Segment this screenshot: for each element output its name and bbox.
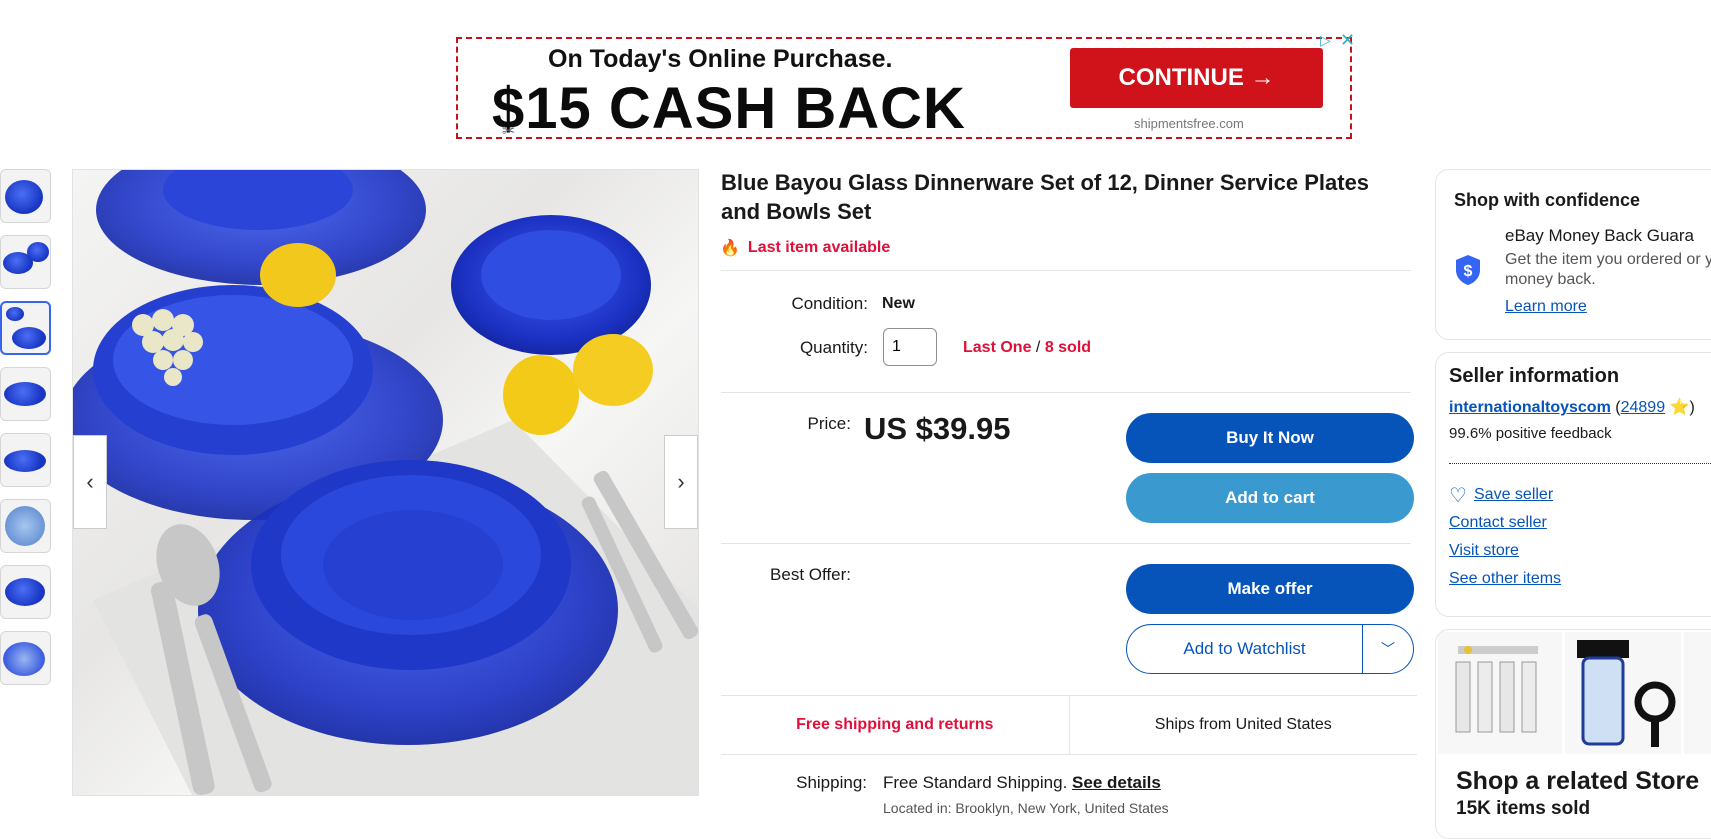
watchlist-button-group: Add to Watchlist ﹀ xyxy=(1126,624,1414,674)
ad-continue-button[interactable]: CONTINUE → xyxy=(1070,48,1323,108)
product-thumbnail xyxy=(1438,632,1563,754)
watchlist-dropdown-button[interactable]: ﹀ xyxy=(1363,625,1413,673)
price-value: US $39.95 xyxy=(864,411,1011,446)
thumbnail-3[interactable] xyxy=(0,301,51,355)
stock-info: Last One / 8 sold xyxy=(963,339,1091,357)
see-other-items-link[interactable]: See other items xyxy=(1449,570,1561,588)
confidence-title: Shop with confidence xyxy=(1454,190,1641,210)
image-next-button[interactable]: › xyxy=(664,435,698,529)
quantity-input[interactable] xyxy=(883,328,937,366)
buy-it-now-button[interactable]: Buy It Now xyxy=(1126,413,1414,463)
related-store-card[interactable]: Shop a related Store 15K items sold xyxy=(1435,629,1711,839)
save-seller-link[interactable]: Save seller xyxy=(1474,486,1553,504)
thumbnail-6[interactable] xyxy=(0,499,51,553)
item-location: Located in: Brooklyn, New York, United S… xyxy=(883,800,1169,816)
feedback-star: ⭐) xyxy=(1665,399,1695,416)
sold-count: 8 sold xyxy=(1044,339,1092,356)
thumbnail-1[interactable] xyxy=(0,169,51,223)
seller-name-link[interactable]: internationaltoyscom xyxy=(1449,399,1611,416)
chevron-right-icon: › xyxy=(677,469,685,494)
stock-separator: / xyxy=(1031,339,1045,356)
chevron-down-icon: ﹀ xyxy=(1381,641,1395,657)
ad-banner[interactable]: On Today's Online Purchase. $15 CASH BAC… xyxy=(456,37,1352,141)
adchoices-icon[interactable]: ▷ xyxy=(1320,32,1331,49)
positive-feedback: 99.6% positive feedback xyxy=(1449,425,1612,442)
best-offer-label: Best Offer: xyxy=(770,565,851,584)
seller-info-title: Seller information xyxy=(1449,365,1620,387)
condition-label: Condition: xyxy=(791,294,868,313)
stock-status: Last One xyxy=(963,339,1032,356)
flame-icon: 🔥 xyxy=(720,240,740,257)
product-thumbnail xyxy=(1565,632,1682,754)
ad-headline: On Today's Online Purchase. xyxy=(548,45,893,73)
heart-icon[interactable]: ♡ xyxy=(1449,483,1467,508)
shield-dollar-icon: $ xyxy=(1456,255,1480,285)
thumbnail-2[interactable] xyxy=(0,235,51,289)
main-product-image[interactable] xyxy=(72,169,699,796)
image-prev-button[interactable]: ‹ xyxy=(73,435,107,529)
price-label: Price: xyxy=(807,414,851,433)
availability-text: Last item available xyxy=(747,239,891,256)
divider xyxy=(721,392,1411,393)
add-to-cart-button[interactable]: Add to cart xyxy=(1126,473,1414,523)
related-store-title: Shop a related Store xyxy=(1456,767,1700,795)
thumbnail-7[interactable] xyxy=(0,565,51,619)
see-details-link[interactable]: See details xyxy=(1072,773,1161,792)
free-shipping-text: Free shipping and returns xyxy=(721,696,1070,754)
contact-seller-link[interactable]: Contact seller xyxy=(1449,514,1547,532)
related-store-items-sold: 15K items sold xyxy=(1456,798,1591,819)
dinnerware-illustration xyxy=(73,170,698,795)
make-offer-button[interactable]: Make offer xyxy=(1126,564,1414,614)
availability-alert: 🔥 Last item available xyxy=(720,238,890,258)
chevron-left-icon: ‹ xyxy=(86,469,94,494)
learn-more-link[interactable]: Learn more xyxy=(1505,298,1587,316)
svg-text:$: $ xyxy=(1464,263,1473,280)
visit-store-link[interactable]: Visit store xyxy=(1449,542,1519,560)
ad-domain: shipmentsfree.com xyxy=(1134,116,1244,131)
ad-scissors-icon: ✂ xyxy=(502,123,516,140)
divider xyxy=(721,543,1411,544)
thumbnail-4[interactable] xyxy=(0,367,51,421)
divider xyxy=(1449,463,1711,464)
ad-offer: $15 CASH BACK xyxy=(492,76,966,141)
related-store-images xyxy=(1436,630,1711,755)
condition-value: New xyxy=(882,295,915,312)
guarantee-description: Get the item you ordered or your money b… xyxy=(1505,251,1711,288)
guarantee-title: eBay Money Back Guara xyxy=(1505,226,1694,245)
shipping-label: Shipping: xyxy=(796,773,867,792)
feedback-score-link[interactable]: 24899 xyxy=(1621,399,1666,416)
thumbnail-8[interactable] xyxy=(0,631,51,685)
quantity-label: Quantity: xyxy=(799,338,868,357)
seller-information-card: Seller information internationaltoyscom … xyxy=(1435,352,1711,617)
divider xyxy=(721,270,1411,271)
product-title: Blue Bayou Glass Dinnerware Set of 12, D… xyxy=(721,170,1370,224)
seller-name-line: internationaltoyscom (24899 ⭐) xyxy=(1449,397,1695,417)
shipping-method-text: Free Standard Shipping. xyxy=(883,773,1068,792)
ad-close-icon[interactable]: ✕ xyxy=(1340,30,1355,51)
thumbnail-5[interactable] xyxy=(0,433,51,487)
feedback-open: ( xyxy=(1610,399,1621,416)
add-to-watchlist-button[interactable]: Add to Watchlist xyxy=(1127,625,1363,673)
ships-from-text: Ships from United States xyxy=(1154,716,1332,733)
shipping-method: Free Standard Shipping. See details xyxy=(883,773,1161,793)
shop-with-confidence-card: Shop with confidence $ eBay Money Back G… xyxy=(1435,169,1711,340)
shipping-summary: Free shipping and returns Ships from Uni… xyxy=(721,695,1417,755)
product-thumbnail xyxy=(1684,632,1711,754)
